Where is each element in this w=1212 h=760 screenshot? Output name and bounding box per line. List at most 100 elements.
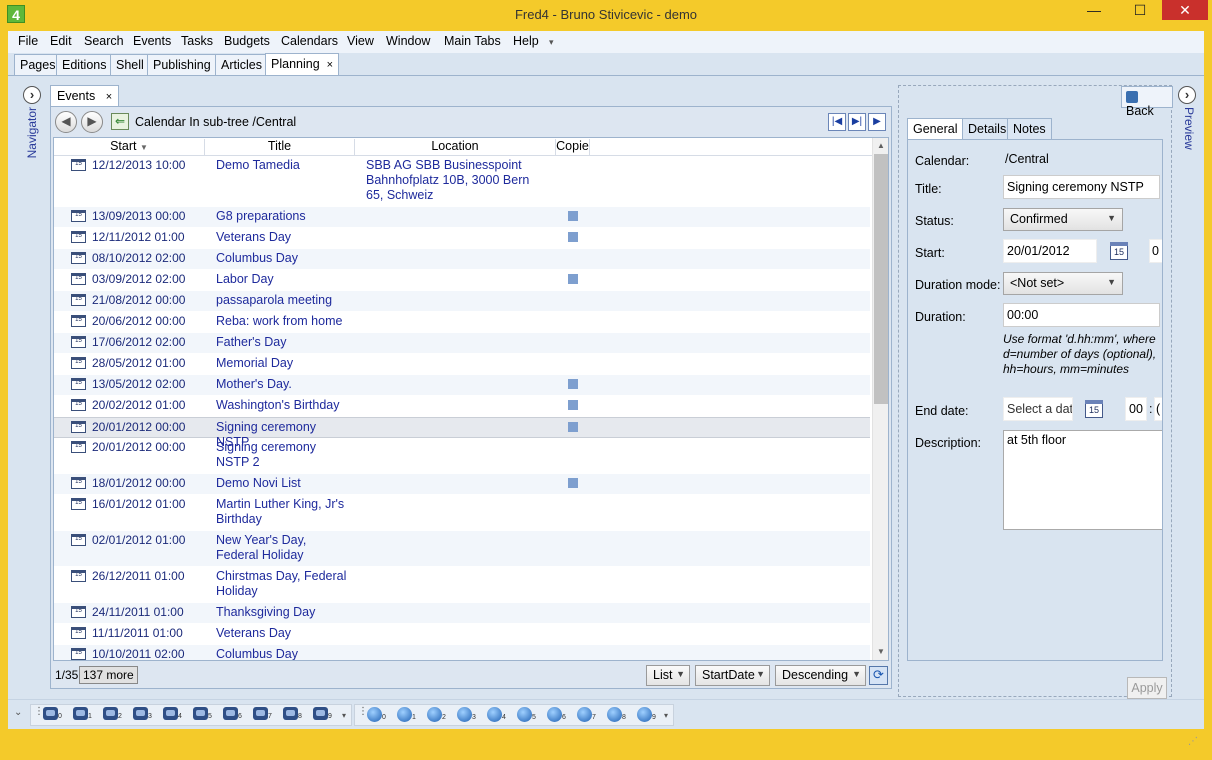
resize-grip-icon[interactable]: ⋰ [1188, 736, 1198, 747]
table-row[interactable]: 15 13/09/2013 00:00 G8 preparations [54, 207, 870, 228]
table-row[interactable]: 15 13/05/2012 02:00 Mother's Day. [54, 375, 870, 396]
back-arrow-icon[interactable]: ◀ [55, 111, 77, 133]
event-title[interactable]: Columbus Day [216, 251, 351, 266]
web-shortcut-button[interactable]: 0 [367, 707, 386, 723]
column-location[interactable]: Location [355, 139, 556, 156]
more-results-button[interactable]: 137 more [79, 666, 138, 684]
event-title[interactable]: Columbus Day [216, 647, 351, 660]
table-row[interactable]: 15 02/01/2012 01:00 New Year's Day, Federa… [54, 531, 870, 567]
table-row[interactable]: 15 16/01/2012 01:00 Martin Luther King, Jr… [54, 495, 870, 531]
table-row[interactable]: 15 08/10/2012 02:00 Columbus Day [54, 249, 870, 270]
event-title[interactable]: Reba: work from home [216, 314, 351, 329]
duration-mode-select[interactable]: <Not set> ▼ [1003, 272, 1123, 295]
title-input[interactable]: Signing ceremony NSTP [1003, 175, 1160, 199]
menu-budgets[interactable]: Budgets [224, 34, 270, 48]
sort-order-select[interactable]: Descending ▼ [775, 665, 866, 686]
close-window-button[interactable]: ✕ [1162, 0, 1208, 20]
table-row[interactable]: 15 21/08/2012 00:00 passaparola meeting [54, 291, 870, 312]
search-shortcut-button[interactable]: 6 [223, 707, 242, 723]
web-shortcut-button[interactable]: 2 [427, 707, 446, 723]
search-shortcut-button[interactable]: 2 [103, 707, 122, 723]
search-shortcut-button[interactable]: 0 [43, 707, 62, 723]
preview-expand-icon[interactable]: › [1178, 86, 1196, 104]
vertical-scrollbar[interactable]: ▲ ▼ [872, 138, 888, 660]
table-row[interactable]: 15 20/01/2012 00:00 Signing ceremony NSTP [54, 417, 870, 449]
end-hour-input[interactable]: 00 [1125, 397, 1147, 421]
last-page-icon[interactable]: ▶| [848, 113, 866, 131]
search-shortcut-button[interactable]: 9 [313, 707, 332, 723]
menu-edit[interactable]: Edit [50, 34, 72, 48]
table-row[interactable]: 15 10/10/2011 02:00 Columbus Day [54, 645, 870, 660]
table-row[interactable]: 15 11/11/2011 01:00 Veterans Day [54, 624, 870, 645]
minimize-button[interactable]: — [1071, 0, 1117, 20]
event-title[interactable]: New Year's Day, Federal Holiday [216, 533, 351, 563]
event-title[interactable]: G8 preparations [216, 209, 351, 224]
tab-details[interactable]: Details [962, 118, 1013, 140]
navigator-label[interactable]: Navigator [25, 107, 39, 158]
event-title[interactable]: Memorial Day [216, 356, 351, 371]
toolbar-chevron-icon[interactable]: ⌄ [14, 707, 22, 718]
table-row[interactable]: 15 28/05/2012 01:00 Memorial Day [54, 354, 870, 375]
event-title[interactable]: Father's Day [216, 335, 351, 350]
toolbar-overflow-icon[interactable]: ▾ [664, 711, 668, 720]
table-row[interactable]: 15 17/06/2012 02:00 Father's Day [54, 333, 870, 354]
maximize-button[interactable]: ☐ [1117, 0, 1163, 20]
menu-search[interactable]: Search [84, 34, 124, 48]
search-shortcut-button[interactable]: 7 [253, 707, 272, 723]
tab-shell[interactable]: Shell [110, 54, 150, 75]
event-title[interactable]: Thanksgiving Day [216, 605, 351, 620]
web-shortcut-button[interactable]: 3 [457, 707, 476, 723]
tab-close-icon[interactable]: × [327, 59, 333, 71]
tab-events[interactable]: Events × [50, 85, 120, 107]
event-title[interactable]: Mother's Day. [216, 377, 351, 392]
calendar-picker-icon[interactable]: 15 [1085, 400, 1103, 418]
table-row[interactable]: 15 24/11/2011 01:00 Thanksgiving Day [54, 603, 870, 624]
event-title[interactable]: Chirstmas Day, Federal Holiday [216, 569, 351, 599]
start-date-input[interactable]: 20/01/2012 [1003, 239, 1097, 263]
status-select[interactable]: Confirmed ▼ [1003, 208, 1123, 231]
search-shortcut-button[interactable]: 3 [133, 707, 152, 723]
search-shortcut-button[interactable]: 4 [163, 707, 182, 723]
column-start[interactable]: Start ▼ [54, 139, 205, 156]
toolbar-overflow-icon[interactable]: ▾ [342, 711, 346, 720]
tab-general[interactable]: General [907, 118, 964, 140]
menu-help[interactable]: Help [513, 34, 539, 48]
tab-planning[interactable]: Planning × [265, 53, 340, 75]
event-title[interactable]: Veterans Day [216, 626, 351, 641]
menu-view[interactable]: View [347, 34, 374, 48]
description-textarea[interactable]: at 5th floor [1003, 430, 1162, 530]
web-shortcut-button[interactable]: 8 [607, 707, 626, 723]
view-mode-select[interactable]: List ▼ [646, 665, 690, 686]
table-row[interactable]: 15 26/12/2011 01:00 Chirstmas Day, Federal… [54, 567, 870, 603]
duration-input[interactable]: 00:00 [1003, 303, 1160, 327]
event-title[interactable]: passaparola meeting [216, 293, 351, 308]
table-row[interactable]: 15 20/01/2012 00:00 Signing ceremony NSTP … [54, 438, 870, 474]
menu-calendars[interactable]: Calendars [281, 34, 338, 48]
event-title[interactable]: Washington's Birthday [216, 398, 351, 413]
table-row[interactable]: 15 20/06/2012 00:00 Reba: work from home [54, 312, 870, 333]
search-shortcut-button[interactable]: 5 [193, 707, 212, 723]
event-title[interactable]: Martin Luther King, Jr's Birthday [216, 497, 351, 527]
apply-button[interactable]: Apply [1127, 677, 1167, 699]
navigator-expand-icon[interactable]: › [23, 86, 41, 104]
table-row[interactable]: 15 12/11/2012 01:00 Veterans Day [54, 228, 870, 249]
refresh-icon[interactable]: ⟳ [869, 666, 888, 685]
web-shortcut-button[interactable]: 7 [577, 707, 596, 723]
menu-tasks[interactable]: Tasks [181, 34, 213, 48]
event-title[interactable]: Veterans Day [216, 230, 351, 245]
tab-articles[interactable]: Articles [215, 54, 268, 75]
menu-events[interactable]: Events [133, 34, 171, 48]
menu-file[interactable]: File [18, 34, 38, 48]
scroll-up-icon[interactable]: ▲ [873, 138, 888, 154]
first-page-icon[interactable]: |◀ [828, 113, 846, 131]
event-title[interactable]: Labor Day [216, 272, 351, 287]
event-title[interactable]: Demo Tamedia [216, 158, 351, 173]
sort-field-select[interactable]: StartDate ▼ [695, 665, 770, 686]
column-title[interactable]: Title [205, 139, 355, 156]
menu-window[interactable]: Window [386, 34, 430, 48]
forward-arrow-icon[interactable]: ▶ [81, 111, 103, 133]
web-shortcut-button[interactable]: 9 [637, 707, 656, 723]
next-page-icon[interactable]: ▶ [868, 113, 886, 131]
start-time-input[interactable]: 0 [1149, 239, 1162, 263]
event-title[interactable]: Signing ceremony NSTP 2 [216, 440, 351, 470]
